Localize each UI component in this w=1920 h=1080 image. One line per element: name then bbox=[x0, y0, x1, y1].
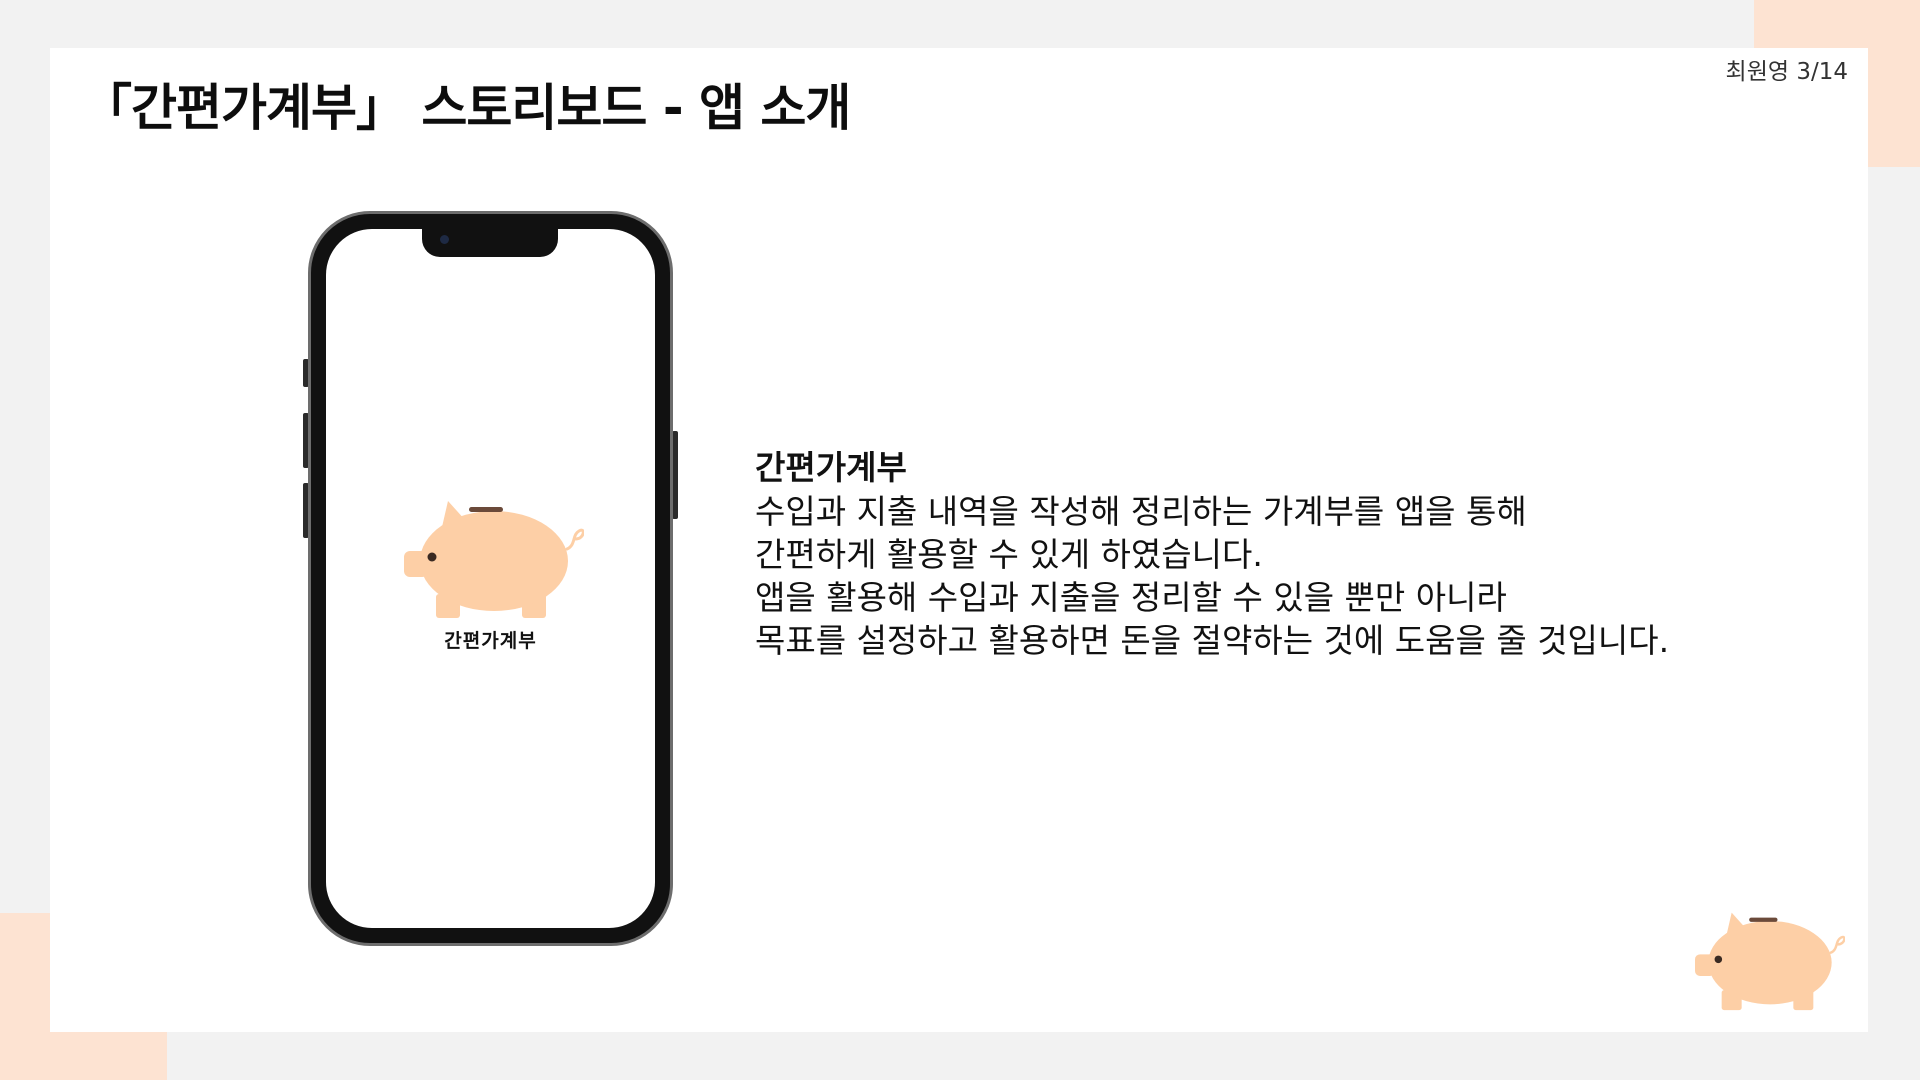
slide-canvas: 「간편가계부」 스토리보드 - 앱 소개 최원영 3/14 간편가계부 간편가계… bbox=[50, 48, 1868, 1032]
description-line: 간편하게 활용할 수 있게 하였습니다. bbox=[755, 535, 1263, 574]
piggy-bank-icon bbox=[404, 499, 585, 623]
description-line: 수입과 지출 내역을 작성해 정리하는 가계부를 앱을 통해 bbox=[755, 492, 1527, 531]
description-block: 간편가계부 수입과 지출 내역을 작성해 정리하는 가계부를 앱을 통해 간편하… bbox=[755, 446, 1669, 662]
phone-mockup: 간편가계부 bbox=[303, 211, 678, 946]
slide-title: 「간편가계부」 스토리보드 - 앱 소개 bbox=[82, 79, 851, 137]
phone-frame: 간편가계부 bbox=[308, 211, 673, 946]
phone-notch bbox=[422, 229, 558, 257]
camera-icon bbox=[440, 235, 449, 244]
author-page-number: 최원영 3/14 bbox=[1725, 59, 1848, 85]
splash-app-name: 간편가계부 bbox=[444, 630, 537, 652]
description-line: 목표를 설정하고 활용하면 돈을 절약하는 것에 도움을 줄 것입니다. bbox=[755, 621, 1670, 660]
description-title: 간편가계부 bbox=[755, 448, 907, 487]
corner-piggy-bank-icon bbox=[1695, 908, 1846, 1018]
description-line: 앱을 활용해 수입과 지출을 정리할 수 있을 뿐만 아니라 bbox=[755, 578, 1507, 617]
phone-screen: 간편가계부 bbox=[326, 229, 655, 928]
